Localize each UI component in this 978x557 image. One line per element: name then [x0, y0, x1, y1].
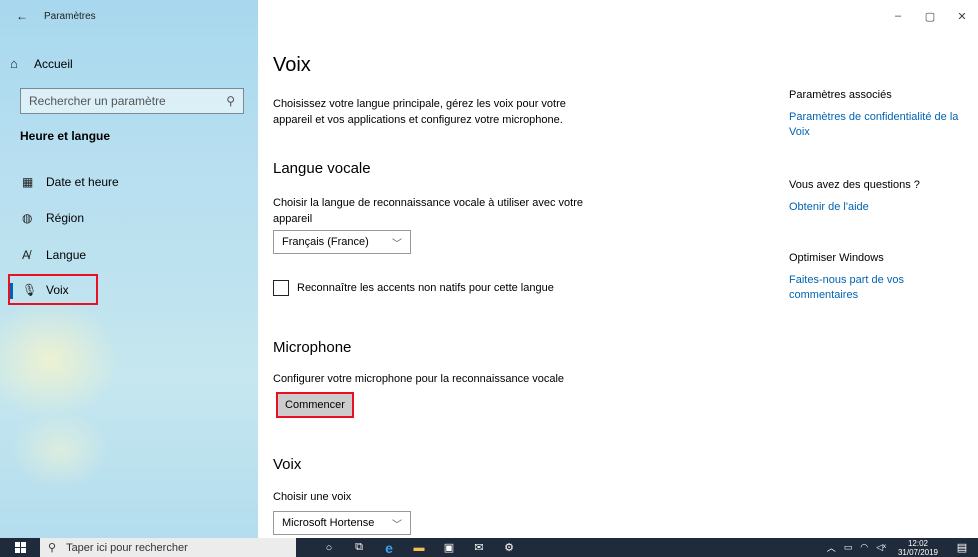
sidebar-item-home[interactable]: ⌂ Accueil — [10, 56, 73, 71]
optimize-windows-heading: Optimiser Windows — [789, 252, 884, 264]
accents-checkbox[interactable] — [273, 280, 289, 296]
sidebar-item-voix[interactable]: 🎙︎ Voix — [8, 274, 98, 305]
task-view-icon[interactable]: ⧉ — [344, 538, 374, 557]
microphone-icon: 🎙︎ — [22, 282, 38, 297]
related-settings-heading: Paramètres associés — [789, 89, 892, 101]
taskbar-search-input[interactable]: ⚲ Taper ici pour rechercher — [40, 538, 296, 557]
search-placeholder: Rechercher un paramètre — [29, 94, 166, 108]
store-icon[interactable]: ▣ — [434, 538, 464, 557]
sidebar-item-region[interactable]: ◍ Région — [10, 206, 84, 230]
voix-dropdown-value: Microsoft Hortense — [282, 517, 375, 529]
clock-date: 31/07/2019 — [897, 547, 938, 557]
close-icon[interactable]: ✕ — [946, 0, 978, 32]
sidebar-item-date-heure[interactable]: ▦ Date et heure — [10, 170, 119, 194]
feedback-link[interactable]: Faites-nous part de vos commentaires — [789, 273, 969, 303]
search-icon: ⚲ — [48, 542, 57, 554]
langue-dropdown-value: Français (France) — [282, 236, 369, 248]
minimize-icon[interactable]: – — [882, 0, 914, 32]
sidebar-item-label: Langue — [46, 248, 87, 262]
file-explorer-icon[interactable]: ▬ — [404, 538, 434, 557]
search-icon: ⚲ — [226, 94, 235, 108]
back-arrow-icon[interactable]: ← — [6, 0, 38, 32]
accents-checkbox-row[interactable]: Reconnaître les accents non natifs pour … — [273, 280, 554, 296]
language-icon: A̸ — [22, 248, 31, 262]
sidebar: ← Paramètres ⌂ Accueil Rechercher un par… — [0, 0, 258, 538]
chevron-down-icon: ﹀ — [392, 519, 402, 531]
microphone-heading: Microphone — [273, 339, 352, 356]
langue-vocale-heading: Langue vocale — [273, 160, 371, 177]
taskbar: ⚲ Taper ici pour rechercher ○ ⧉ e ▬ ▣ ✉ … — [0, 538, 978, 557]
taskbar-search-placeholder: Taper ici pour rechercher — [66, 541, 188, 554]
selection-indicator — [10, 283, 13, 299]
settings-gear-icon[interactable]: ⚙ — [494, 538, 524, 557]
sidebar-item-label: Région — [46, 211, 85, 225]
chevron-up-icon[interactable]: ︿ — [827, 541, 836, 554]
commencer-button[interactable]: Commencer — [276, 392, 354, 418]
page-title: Voix — [273, 54, 311, 76]
battery-icon[interactable]: ▭ — [844, 542, 853, 553]
start-button[interactable] — [0, 538, 40, 557]
app-title: Paramètres — [44, 10, 96, 22]
chevron-down-icon: ﹀ — [392, 238, 402, 250]
privacy-voice-link[interactable]: Paramètres de confidentialité de la Voix — [789, 110, 969, 140]
get-help-link[interactable]: Obtenir de l'aide — [789, 200, 969, 215]
wifi-icon[interactable]: ◠ — [860, 542, 868, 553]
langue-vocale-description: Choisir la langue de reconnaissance voca… — [273, 197, 584, 225]
sidebar-item-label: Date et heure — [46, 175, 119, 189]
calendar-clock-icon: ▦ — [22, 175, 34, 189]
voix-description: Choisir une voix — [273, 491, 352, 503]
windows-logo-icon — [14, 542, 26, 553]
voix-dropdown[interactable]: Microsoft Hortense ﹀ — [273, 511, 411, 535]
home-label: Accueil — [34, 56, 73, 71]
notification-icon[interactable]: ▤ — [950, 541, 974, 554]
microphone-description: Configurer votre microphone pour la reco… — [273, 373, 565, 385]
globe-icon: ◍ — [22, 211, 33, 225]
edge-icon[interactable]: e — [374, 538, 404, 557]
titlebar: ← Paramètres — [0, 0, 258, 32]
intro-text: Choisissez votre langue principale, gére… — [273, 98, 566, 126]
langue-dropdown[interactable]: Français (France) ﹀ — [273, 230, 411, 254]
taskbar-apps: ○ ⧉ e ▬ ▣ ✉ ⚙ — [314, 538, 524, 557]
volume-icon[interactable]: ◁ˣ — [876, 542, 886, 553]
clock[interactable]: 12:02 31/07/2019 — [894, 539, 942, 557]
settings-search-input[interactable]: Rechercher un paramètre ⚲ — [20, 88, 244, 114]
cortana-icon[interactable]: ○ — [314, 538, 344, 557]
restore-icon[interactable]: ▢ — [914, 0, 946, 32]
section-title: Heure et langue — [20, 129, 111, 143]
window-controls: – ▢ ✕ — [882, 0, 978, 32]
sidebar-item-langue[interactable]: A̸ Langue — [10, 243, 86, 267]
home-icon: ⌂ — [10, 56, 18, 71]
system-tray: ︿ ▭ ◠ ◁ˣ 12:02 31/07/2019 ▤ — [823, 539, 978, 557]
questions-heading: Vous avez des questions ? — [789, 179, 920, 191]
clock-time: 12:02 — [907, 538, 928, 548]
accents-checkbox-label: Reconnaître les accents non natifs pour … — [297, 282, 554, 294]
mail-icon[interactable]: ✉ — [464, 538, 494, 557]
sidebar-item-label: Voix — [46, 282, 69, 297]
voix-heading: Voix — [273, 456, 302, 473]
